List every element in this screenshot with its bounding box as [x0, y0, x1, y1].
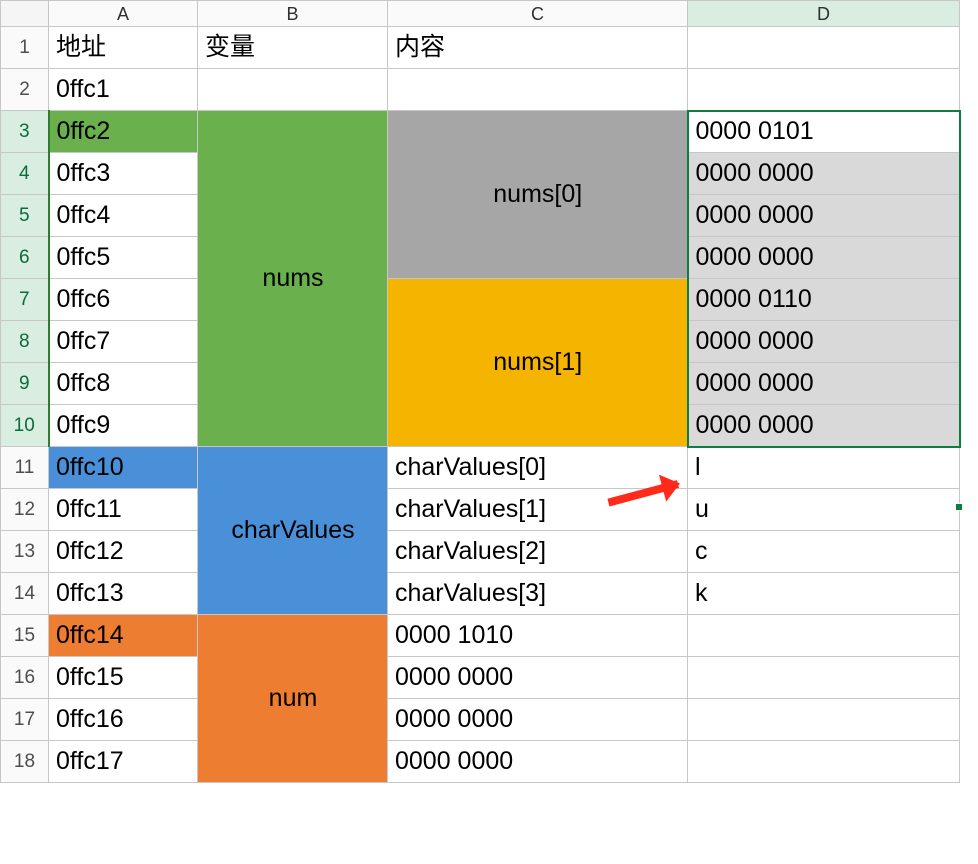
cell[interactable]: 0000 0000 — [688, 153, 960, 195]
table-row: 12 0ffc11 charValues[1] u — [1, 489, 960, 531]
cell[interactable]: 0ffc3 — [49, 153, 198, 195]
cell[interactable]: charValues[3] — [388, 573, 688, 615]
table-row: 11 0ffc10 charValues charValues[0] l — [1, 447, 960, 489]
cell[interactable]: l — [688, 447, 960, 489]
cell-num-label[interactable]: num — [198, 615, 388, 783]
cell[interactable]: charValues[0] — [388, 447, 688, 489]
cell[interactable]: 0ffc16 — [49, 699, 198, 741]
col-header-B[interactable]: B — [198, 1, 388, 27]
cell[interactable]: 0000 0110 — [688, 279, 960, 321]
cell[interactable]: 0ffc17 — [49, 741, 198, 783]
cell[interactable]: charValues[2] — [388, 531, 688, 573]
cell[interactable]: 变量 — [198, 27, 388, 69]
cell[interactable]: 0ffc14 — [49, 615, 198, 657]
row-header[interactable]: 2 — [1, 69, 49, 111]
cell[interactable] — [688, 27, 960, 69]
cell[interactable]: 0ffc12 — [49, 531, 198, 573]
row-header[interactable]: 16 — [1, 657, 49, 699]
cell[interactable] — [688, 615, 960, 657]
grid[interactable]: A B C D 1 地址 变量 内容 2 0ffc1 3 0ffc2 nums … — [0, 0, 961, 783]
table-row: 2 0ffc1 — [1, 69, 960, 111]
cell[interactable]: 内容 — [388, 27, 688, 69]
cell[interactable]: 地址 — [49, 27, 198, 69]
cell[interactable] — [688, 699, 960, 741]
cell-active[interactable]: 0000 0101 — [688, 111, 960, 153]
cell[interactable] — [688, 657, 960, 699]
row-header[interactable]: 7 — [1, 279, 49, 321]
table-row: 7 0ffc6 nums[1] 0000 0110 — [1, 279, 960, 321]
table-row: 18 0ffc17 0000 0000 — [1, 741, 960, 783]
row-header[interactable]: 3 — [1, 111, 49, 153]
spreadsheet: A B C D 1 地址 变量 内容 2 0ffc1 3 0ffc2 nums … — [0, 0, 978, 864]
row-header[interactable]: 11 — [1, 447, 49, 489]
row-header[interactable]: 9 — [1, 363, 49, 405]
table-row: 3 0ffc2 nums nums[0] 0000 0101 — [1, 111, 960, 153]
col-header-A[interactable]: A — [49, 1, 198, 27]
row-header[interactable]: 1 — [1, 27, 49, 69]
cell[interactable]: k — [688, 573, 960, 615]
cell[interactable] — [198, 69, 388, 111]
select-all-corner[interactable] — [1, 1, 49, 27]
cell[interactable]: 0000 0000 — [388, 699, 688, 741]
cell[interactable]: 0ffc10 — [49, 447, 198, 489]
table-row: 1 地址 变量 内容 — [1, 27, 960, 69]
cell[interactable]: 0000 0000 — [688, 405, 960, 447]
table-row: 16 0ffc15 0000 0000 — [1, 657, 960, 699]
cell-nums-label[interactable]: nums — [198, 111, 388, 447]
col-header-D[interactable]: D — [688, 1, 960, 27]
cell[interactable]: 0ffc13 — [49, 573, 198, 615]
col-header-C[interactable]: C — [388, 1, 688, 27]
row-header[interactable]: 17 — [1, 699, 49, 741]
row-header[interactable]: 6 — [1, 237, 49, 279]
cell[interactable]: 0000 0000 — [388, 741, 688, 783]
row-header[interactable]: 18 — [1, 741, 49, 783]
table-row: 17 0ffc16 0000 0000 — [1, 699, 960, 741]
row-header[interactable]: 13 — [1, 531, 49, 573]
cell[interactable]: 0ffc11 — [49, 489, 198, 531]
cell[interactable]: c — [688, 531, 960, 573]
table-row: 14 0ffc13 charValues[3] k — [1, 573, 960, 615]
cell[interactable]: u — [688, 489, 960, 531]
cell[interactable]: 0000 0000 — [688, 363, 960, 405]
cell[interactable]: 0ffc6 — [49, 279, 198, 321]
cell[interactable]: 0ffc4 — [49, 195, 198, 237]
cell[interactable]: 0ffc1 — [49, 69, 198, 111]
cell[interactable] — [688, 69, 960, 111]
row-header[interactable]: 12 — [1, 489, 49, 531]
fill-handle[interactable] — [955, 503, 963, 511]
cell[interactable]: 0000 0000 — [688, 195, 960, 237]
row-header[interactable]: 8 — [1, 321, 49, 363]
cell[interactable] — [388, 69, 688, 111]
cell[interactable]: 0ffc2 — [49, 111, 198, 153]
cell[interactable]: 0ffc5 — [49, 237, 198, 279]
row-header[interactable]: 15 — [1, 615, 49, 657]
cell-nums1-label[interactable]: nums[1] — [388, 279, 688, 447]
cell-nums0-label[interactable]: nums[0] — [388, 111, 688, 279]
cell-charvalues-label[interactable]: charValues — [198, 447, 388, 615]
cell[interactable] — [688, 741, 960, 783]
cell[interactable]: 0000 0000 — [688, 237, 960, 279]
cell[interactable]: 0ffc8 — [49, 363, 198, 405]
cell[interactable]: 0ffc7 — [49, 321, 198, 363]
table-row: 13 0ffc12 charValues[2] c — [1, 531, 960, 573]
row-header[interactable]: 5 — [1, 195, 49, 237]
cell[interactable]: 0000 0000 — [688, 321, 960, 363]
row-header[interactable]: 10 — [1, 405, 49, 447]
cell[interactable]: 0000 1010 — [388, 615, 688, 657]
cell[interactable]: 0ffc15 — [49, 657, 198, 699]
cell[interactable]: 0ffc9 — [49, 405, 198, 447]
cell[interactable]: 0000 0000 — [388, 657, 688, 699]
column-header-row: A B C D — [1, 1, 960, 27]
table-row: 15 0ffc14 num 0000 1010 — [1, 615, 960, 657]
row-header[interactable]: 14 — [1, 573, 49, 615]
row-header[interactable]: 4 — [1, 153, 49, 195]
